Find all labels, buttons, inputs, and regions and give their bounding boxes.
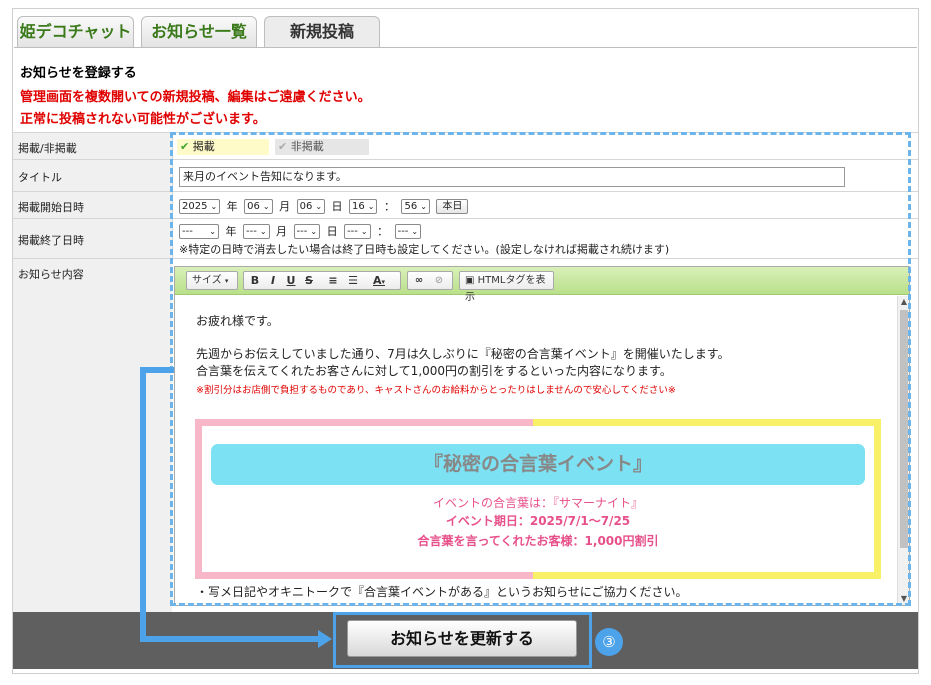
- end-hour-select[interactable]: --- ⌄: [344, 223, 371, 239]
- html-icon: ▣: [465, 275, 475, 286]
- chevron-down-icon: ⌄: [310, 226, 318, 236]
- end-minute-select[interactable]: --- ⌄: [394, 223, 422, 239]
- end-date-note: ※特定の日時で消去したい場合は終了日時も設定してください。(設定しなければ掲載さ…: [179, 243, 670, 256]
- title-input[interactable]: 来月のイベント告知になります。: [179, 167, 845, 187]
- chevron-down-icon: ⌄: [411, 226, 419, 236]
- italic-button[interactable]: I: [264, 272, 282, 289]
- format-button-group: B I U S ≡ ☰ A▾: [243, 271, 401, 290]
- row-value: 来月のイベント告知になります。: [172, 160, 918, 191]
- unit-label: ：: [383, 200, 395, 213]
- unit-label: 月: [279, 200, 291, 213]
- chevron-down-icon: ⌄: [210, 201, 218, 211]
- bold-button[interactable]: B: [246, 272, 264, 289]
- row-value: 2025 ⌄ 年 06 ⌄ 月 06 ⌄ 日 16 ⌄ ： 56 ⌄ 本日: [172, 192, 918, 218]
- unit-label: 日: [331, 200, 343, 213]
- unit-label: 日: [326, 225, 338, 238]
- body-paragraph: ・写メ日記やオキニトークで『合言葉イベントがある』というお知らせにご協力ください…: [196, 585, 688, 599]
- row-start-date: 掲載開始日時 2025 ⌄ 年 06 ⌄ 月 06 ⌄ 日 16 ⌄ ： 56 ⌄ 本日: [13, 191, 918, 218]
- start-year-select[interactable]: 2025 ⌄: [179, 198, 221, 214]
- start-minute-select[interactable]: 56 ⌄: [401, 198, 430, 214]
- chevron-down-icon: ⌄: [262, 201, 270, 211]
- start-day-select[interactable]: 06 ⌄: [296, 198, 326, 214]
- unlink-icon[interactable]: ⊘: [430, 272, 448, 289]
- chevron-down-icon: ⌄: [367, 201, 375, 211]
- tab-hime-deco-chat[interactable]: 姫デコチャット: [17, 16, 134, 47]
- step-marker: ③: [595, 628, 623, 656]
- caret-down-icon: ▾: [224, 277, 229, 285]
- row-value: ✔ 掲載 ✔ 非掲載: [172, 133, 918, 159]
- start-hour-select[interactable]: 16 ⌄: [349, 198, 378, 214]
- check-icon: ✔: [180, 140, 190, 153]
- publish-off-option[interactable]: ✔ 非掲載: [275, 139, 369, 155]
- banner-line: 合言葉を言ってくれたお客様：1,000円割引: [417, 534, 659, 548]
- tab-notice-list[interactable]: お知らせ一覧: [141, 16, 257, 47]
- scroll-up-icon[interactable]: ▲: [898, 296, 910, 308]
- chevron-down-icon: ⌄: [259, 226, 267, 236]
- warning-text: 正常に投稿されない可能性がございます。: [20, 112, 266, 127]
- unit-label: ：: [377, 225, 389, 238]
- tab-divider: [14, 47, 917, 48]
- publish-on-label: 掲載: [192, 140, 215, 153]
- font-color-icon[interactable]: A▾: [364, 272, 394, 289]
- editor-scrollbar[interactable]: ▲ ▼: [897, 296, 909, 605]
- rich-text-editor: サイズ ▾ B I U S ≡ ☰ A▾ ∞ ⊘ ▣ HTMLタグを表示 お疲れ…: [174, 266, 910, 606]
- align-center-icon[interactable]: ≡: [324, 272, 342, 289]
- font-size-dropdown[interactable]: サイズ ▾: [186, 271, 238, 290]
- end-day-select[interactable]: --- ⌄: [293, 223, 321, 239]
- banner-line: イベント期日：2025/7/1～7/25: [445, 514, 631, 528]
- editor-toolbar: サイズ ▾ B I U S ≡ ☰ A▾ ∞ ⊘ ▣ HTMLタグを表示: [175, 267, 909, 303]
- end-year-select[interactable]: --- ⌄: [179, 223, 219, 239]
- chevron-down-icon: ⌄: [209, 226, 216, 236]
- body-greeting: お疲れ様です。: [196, 314, 279, 328]
- row-publish: 掲載/非掲載 ✔ 掲載 ✔ 非掲載: [13, 132, 918, 159]
- warning-text: 管理画面を複数開いての新規投稿、編集はご遠慮ください。: [20, 90, 371, 105]
- editor-content[interactable]: お疲れ様です。 先週からお伝えしていました通り、7月は久しぶりに『秘密の合言葉イ…: [175, 296, 897, 605]
- event-banner: 『秘密の合言葉イベント』 イベントの合言葉は：『サマーナイト』 イベント期日：2…: [195, 419, 881, 579]
- row-title: タイトル 来月のイベント告知になります。: [13, 159, 918, 191]
- tab-new-post[interactable]: 新規投稿: [264, 16, 380, 48]
- annotation-connector: [140, 636, 320, 642]
- link-button-group: ∞ ⊘: [407, 271, 453, 290]
- align-justify-icon[interactable]: ☰: [344, 272, 362, 289]
- unit-label: 年: [225, 225, 237, 238]
- annotation-arrow-icon: [318, 630, 332, 648]
- chevron-down-icon: ⌄: [420, 201, 427, 211]
- row-label: 掲載終了日時: [13, 219, 172, 258]
- banner-line: イベントの合言葉は：『サマーナイト』: [432, 496, 643, 510]
- publish-off-label: 非掲載: [290, 140, 324, 153]
- end-month-select[interactable]: --- ⌄: [243, 223, 270, 239]
- show-html-button[interactable]: ▣ HTMLタグを表示: [459, 271, 554, 303]
- row-label: 掲載/非掲載: [13, 133, 172, 159]
- start-month-select[interactable]: 06 ⌄: [244, 198, 273, 214]
- publish-on-option[interactable]: ✔ 掲載: [177, 139, 269, 155]
- check-icon: ✔: [278, 140, 288, 153]
- page-heading: お知らせを登録する: [20, 66, 137, 81]
- row-label: タイトル: [13, 160, 172, 191]
- row-value: --- ⌄ 年 --- ⌄ 月 --- ⌄ 日 --- ⌄ ： --- ⌄ ※特定の日時で…: [172, 219, 918, 258]
- row-label: お知らせ内容: [13, 259, 172, 612]
- row-end-date: 掲載終了日時 --- ⌄ 年 --- ⌄ 月 --- ⌄ 日 --- ⌄ ： --- ⌄ …: [13, 218, 918, 258]
- update-notice-button[interactable]: お知らせを更新する: [347, 620, 577, 657]
- strikethrough-button[interactable]: S: [300, 272, 318, 289]
- body-paragraph: 先週からお伝えしていました通り、7月は久しぶりに『秘密の合言葉イベント』を開催い…: [196, 347, 730, 361]
- body-paragraph: 合言葉を伝えてくれたお客さんに対して1,000円の割引をするといった内容になりま…: [196, 364, 672, 378]
- today-button[interactable]: 本日: [436, 198, 469, 214]
- link-icon[interactable]: ∞: [410, 272, 428, 289]
- body-note: ※割引分はお店側で負担するものであり、キャストさんのお給料からとったりはしません…: [196, 385, 676, 396]
- underline-button[interactable]: U: [282, 272, 300, 289]
- chevron-down-icon: ⌄: [360, 226, 368, 236]
- banner-title: 『秘密の合言葉イベント』: [211, 444, 865, 485]
- unit-label: 年: [226, 200, 238, 213]
- chevron-down-icon: ⌄: [315, 201, 323, 211]
- unit-label: 月: [276, 225, 288, 238]
- scroll-thumb[interactable]: [900, 310, 908, 548]
- font-size-label: サイズ: [192, 275, 222, 286]
- annotation-connector: [140, 367, 146, 642]
- row-label: 掲載開始日時: [13, 192, 172, 218]
- scroll-down-icon[interactable]: ▼: [898, 593, 910, 605]
